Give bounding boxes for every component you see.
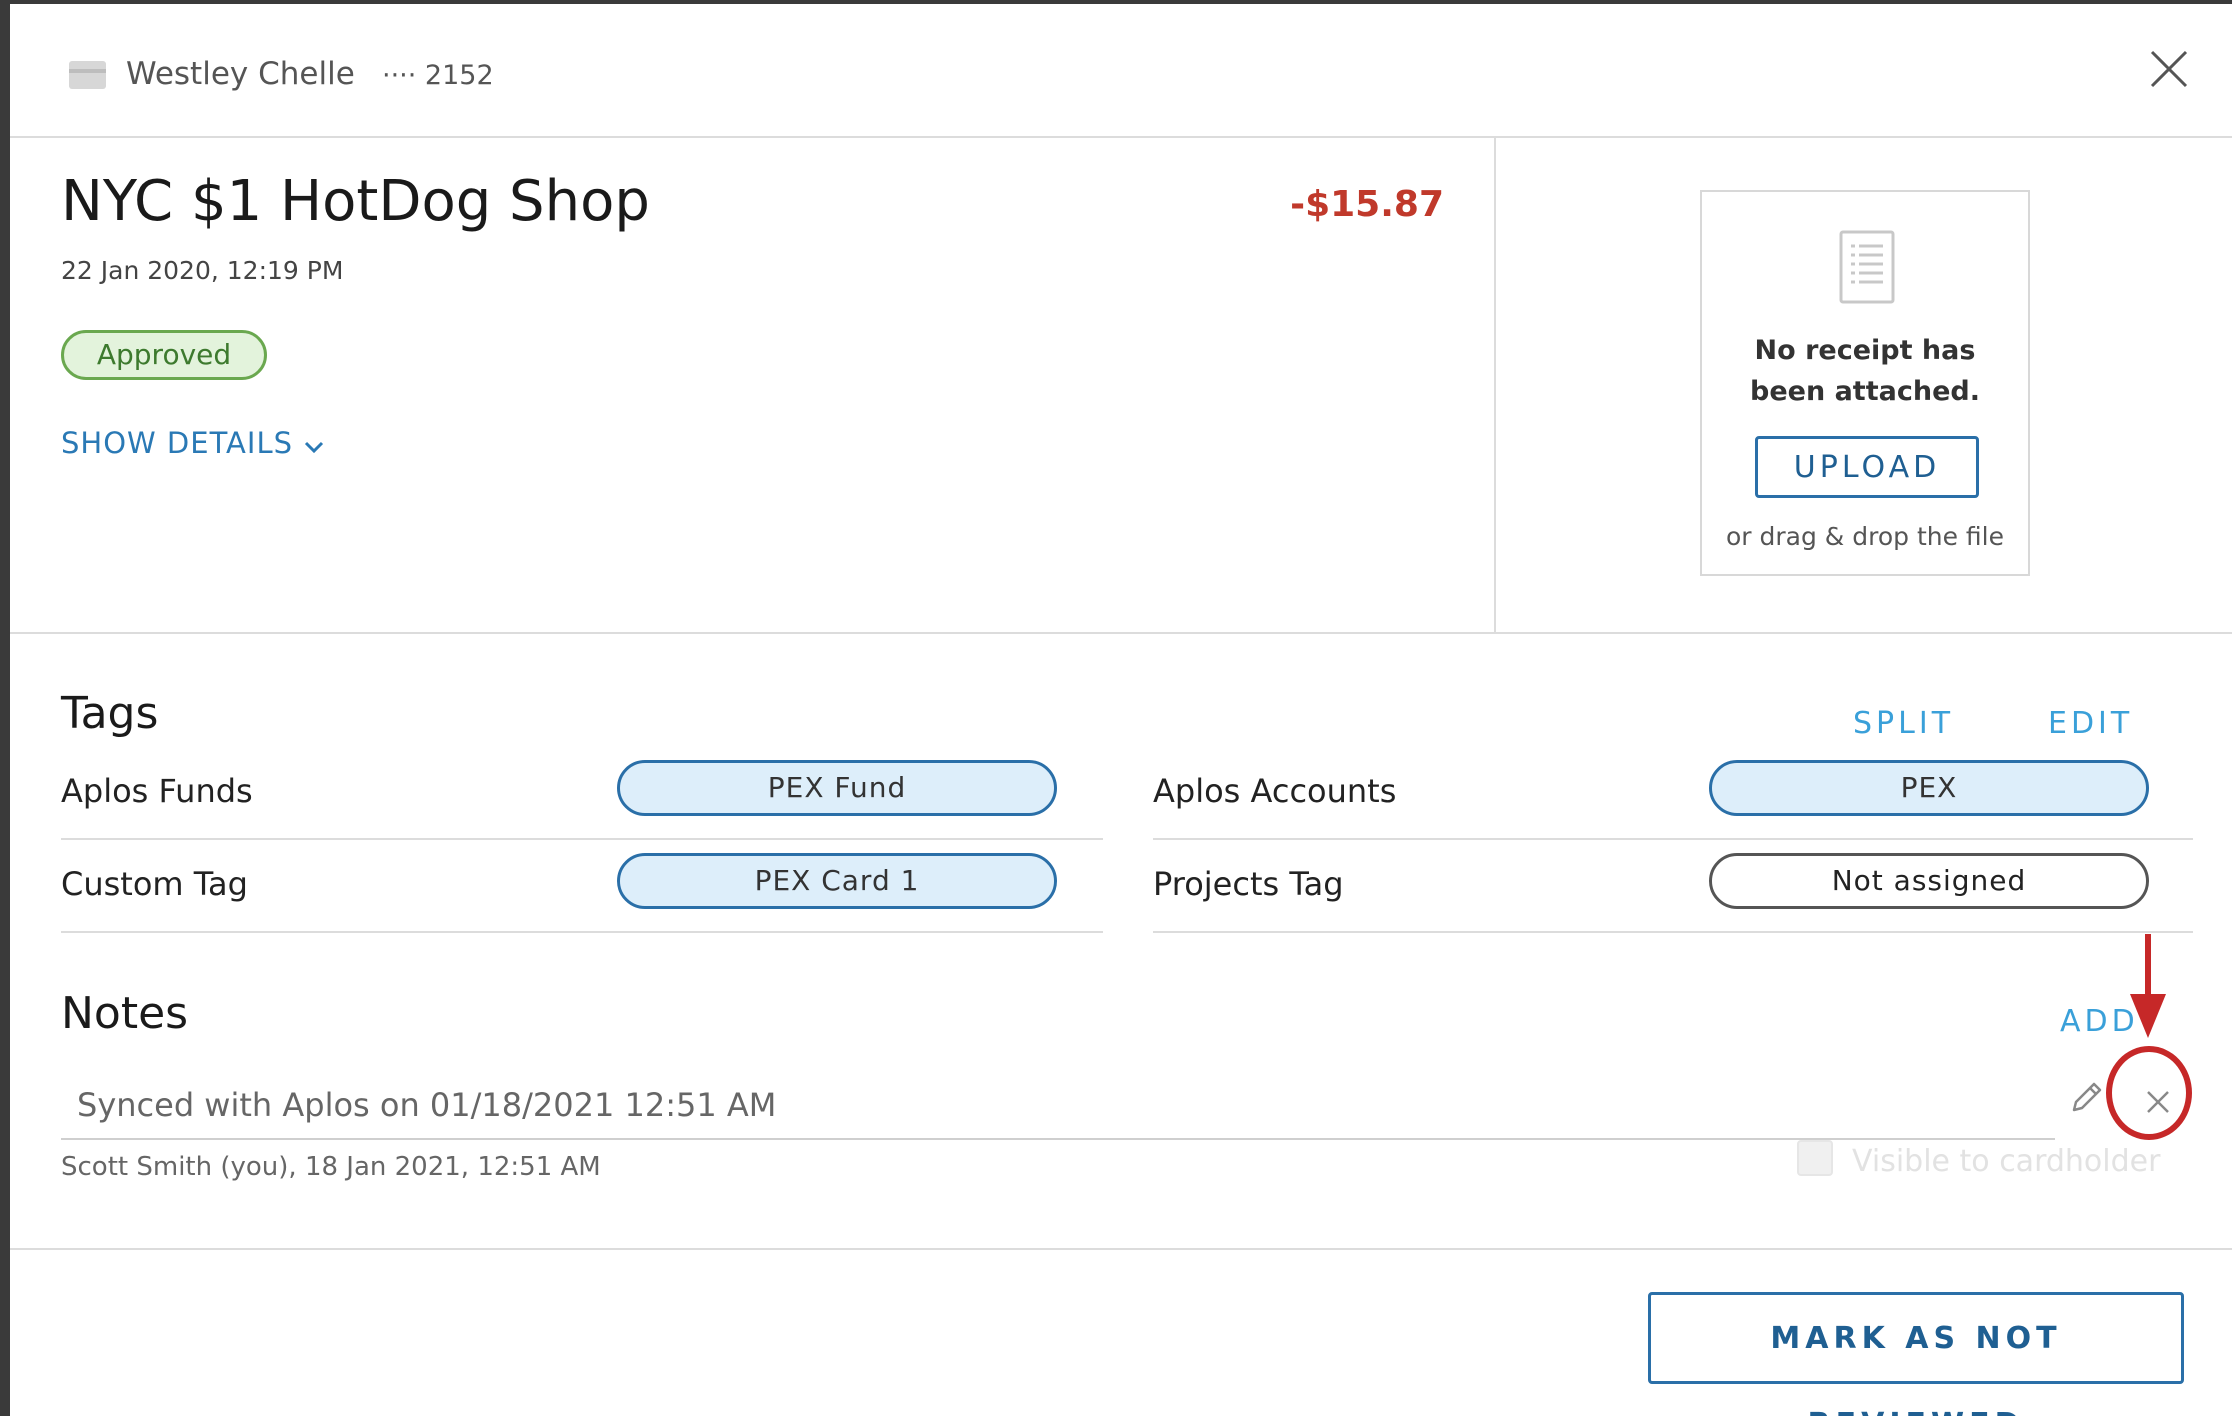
visible-to-cardholder-checkbox[interactable] [1797,1140,1833,1176]
drag-drop-hint: or drag & drop the file [1725,522,2004,551]
note-text: Synced with Aplos on 01/18/2021 12:51 AM [77,1086,777,1124]
close-icon[interactable] [2144,44,2194,94]
pencil-icon[interactable] [2066,1078,2106,1122]
receipt-icon [1839,230,1895,308]
credit-card-icon [69,61,106,89]
status-badge: Approved [61,330,267,380]
tag-row-projects-tag: Projects Tag Not assigned [1153,839,2193,933]
receipt-dropzone[interactable]: No receipt has been attached. UPLOAD or … [1700,190,2030,576]
cardholder-name: Westley Chelle [126,56,355,92]
edit-tags-link[interactable]: EDIT [2048,706,2133,741]
receipt-message-text: No receipt has been attached. [1750,335,1980,407]
transaction-details: NYC $1 HotDog Shop -$15.87 22 Jan 2020, … [10,138,1496,632]
tag-value-pill[interactable]: PEX Fund [617,760,1057,816]
tag-row-aplos-funds: Aplos Funds PEX Fund [61,746,1103,840]
transaction-section: NYC $1 HotDog Shop -$15.87 22 Jan 2020, … [10,138,2232,634]
close-icon[interactable] [2136,1080,2180,1124]
tag-row-custom-tag: Custom Tag PEX Card 1 [61,839,1103,933]
note-item: Synced with Aplos on 01/18/2021 12:51 AM [61,1068,2055,1140]
show-details-toggle[interactable]: SHOW DETAILS [61,426,325,462]
tag-label: Custom Tag [61,865,248,903]
add-note-link[interactable]: ADD [2060,1004,2139,1039]
tag-value-pill[interactable]: PEX [1709,760,2149,816]
upload-button[interactable]: UPLOAD [1755,436,1979,498]
transaction-date: 22 Jan 2020, 12:19 PM [61,256,344,285]
merchant-name: NYC $1 HotDog Shop [61,169,650,234]
modal-footer: MARK AS NOT REVIEWED [10,1248,2232,1416]
receipt-message: No receipt has been attached. [1702,330,2028,412]
tag-label: Projects Tag [1153,865,1344,903]
transaction-modal: Westley Chelle ···· 2152 NYC $1 HotDog S… [10,4,2232,1416]
visible-to-cardholder-label: Visible to cardholder [1852,1144,2161,1179]
transaction-amount: -$15.87 [1290,184,1444,225]
modal-header: Westley Chelle ···· 2152 [10,4,2232,138]
tag-value-pill-unassigned[interactable]: Not assigned [1709,853,2149,909]
card-number: ···· 2152 [382,60,494,91]
tag-value-pill[interactable]: PEX Card 1 [617,853,1057,909]
mark-as-not-reviewed-button[interactable]: MARK AS NOT REVIEWED [1648,1292,2184,1416]
tag-label: Aplos Funds [61,772,253,810]
notes-heading: Notes [61,988,189,1039]
note-author-meta: Scott Smith (you), 18 Jan 2021, 12:51 AM [61,1152,601,1182]
show-details-label: SHOW DETAILS [61,426,294,460]
tag-label: Aplos Accounts [1153,772,1397,810]
tag-row-aplos-accounts: Aplos Accounts PEX [1153,746,2193,840]
chevron-down-icon [303,428,325,462]
split-link[interactable]: SPLIT [1853,706,1954,741]
tags-heading: Tags [61,688,159,739]
